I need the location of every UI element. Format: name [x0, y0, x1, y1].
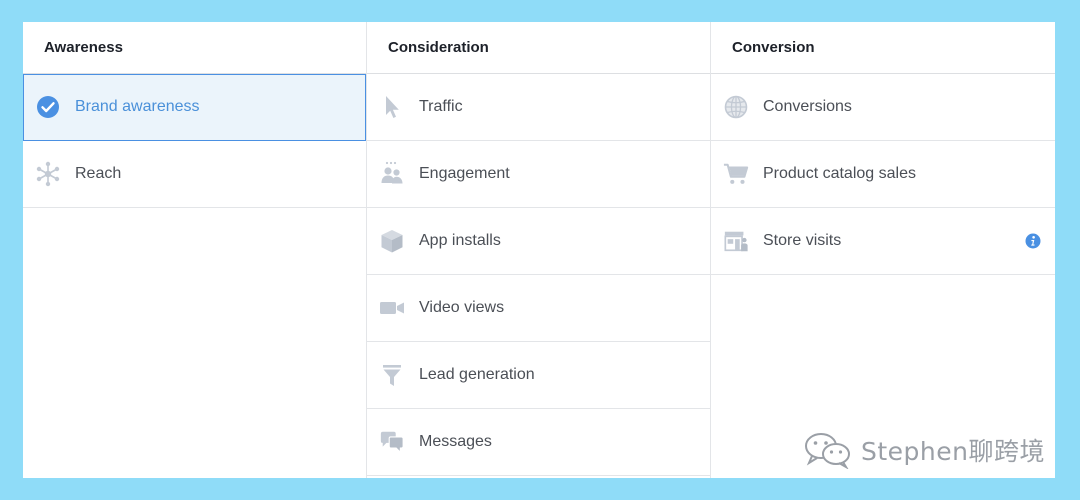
objective-conversions[interactable]: Conversions — [711, 74, 1055, 141]
objective-label: Brand awareness — [75, 98, 200, 115]
objective-label: Product catalog sales — [763, 165, 916, 182]
globe-icon — [723, 94, 749, 120]
store-icon — [723, 228, 749, 254]
column-awareness: Awareness Brand awareness Reach — [23, 22, 367, 478]
check-circle-icon — [35, 94, 61, 120]
objective-store-visits[interactable]: Store visits — [711, 208, 1055, 275]
objective-product-catalog-sales[interactable]: Product catalog sales — [711, 141, 1055, 208]
objective-app-installs[interactable]: App installs — [367, 208, 710, 275]
objective-panel: Awareness Brand awareness Reach Consider… — [23, 22, 1055, 478]
video-camera-icon — [379, 295, 405, 321]
people-icon — [379, 161, 405, 187]
watermark-text: Stephen聊跨境 — [861, 437, 1045, 466]
column-conversion: Conversion Conversions Product catalog s… — [711, 22, 1055, 478]
objective-label: Store visits — [763, 232, 842, 249]
box-icon — [379, 228, 405, 254]
objective-traffic[interactable]: Traffic — [367, 74, 710, 141]
info-icon[interactable] — [1025, 233, 1041, 249]
objective-engagement[interactable]: Engagement — [367, 141, 710, 208]
objective-label: Engagement — [419, 165, 510, 182]
column-header-consideration: Consideration — [367, 22, 710, 74]
shopping-cart-icon — [723, 161, 749, 187]
objective-label: Video views — [419, 299, 505, 316]
objective-messages[interactable]: Messages — [367, 409, 710, 476]
chat-bubbles-icon — [379, 429, 405, 455]
objective-label: Lead generation — [419, 366, 535, 383]
objective-label: Messages — [419, 433, 492, 450]
objective-label: App installs — [419, 232, 501, 249]
objective-brand-awareness[interactable]: Brand awareness — [23, 74, 366, 141]
reach-icon — [35, 161, 61, 187]
objective-label: Reach — [75, 165, 122, 182]
watermark: Stephen聊跨境 — [803, 430, 1045, 470]
funnel-icon — [379, 362, 405, 388]
column-consideration: Consideration Traffic Engagement App ins… — [367, 22, 711, 478]
column-header-conversion: Conversion — [711, 22, 1055, 74]
objective-video-views[interactable]: Video views — [367, 275, 710, 342]
cursor-icon — [379, 94, 405, 120]
objective-label: Traffic — [419, 98, 463, 115]
wechat-icon — [805, 433, 850, 469]
objective-reach[interactable]: Reach — [23, 141, 366, 208]
objective-label: Conversions — [763, 98, 852, 115]
column-header-awareness: Awareness — [23, 22, 366, 74]
objective-lead-generation[interactable]: Lead generation — [367, 342, 710, 409]
